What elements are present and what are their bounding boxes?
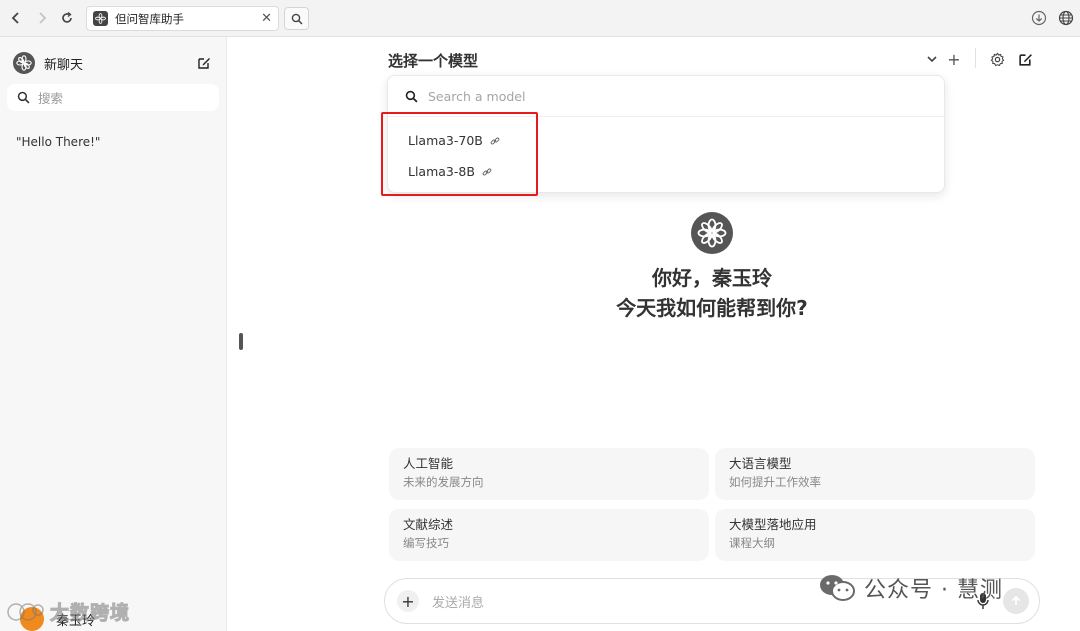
sidebar-search-placeholder: 搜索 <box>38 91 64 106</box>
watermark-right: 公众号 · 慧测 <box>818 572 1003 604</box>
welcome-line-1: 你好，秦玉玲 <box>652 266 772 290</box>
suggestion-subtitle: 编写技巧 <box>403 536 449 550</box>
suggestion-card[interactable]: 大语言模型 如何提升工作效率 <box>715 448 1035 500</box>
suggestion-subtitle: 未来的发展方向 <box>403 475 484 489</box>
watermark-right-text: 公众号 · 慧测 <box>864 578 1003 603</box>
suggestion-subtitle: 如何提升工作效率 <box>729 475 821 489</box>
edit-icon[interactable] <box>195 54 213 72</box>
send-arrow-icon[interactable] <box>1003 588 1029 614</box>
model-select-title[interactable]: 选择一个模型 <box>388 50 478 71</box>
suggestion-card[interactable]: 大模型落地应用 课程大纲 <box>715 509 1035 561</box>
browser-toolbar: 但问智库助手 ✕ <box>0 0 1080 37</box>
model-search-placeholder: Search a model <box>428 88 526 104</box>
suggestion-title: 人工智能 <box>403 456 454 471</box>
sidebar: 新聊天 搜索 "Hello There!" <box>0 37 227 631</box>
tab-title: 但问智库助手 <box>115 11 184 26</box>
chevron-down-icon[interactable] <box>923 50 941 68</box>
flower-logo-icon <box>93 11 108 26</box>
suggestion-subtitle: 课程大纲 <box>729 536 775 550</box>
annotation-highlight-box <box>381 112 538 196</box>
chat-history-item[interactable]: "Hello There!" <box>16 135 100 149</box>
browser-tab[interactable]: 但问智库助手 ✕ <box>86 6 279 31</box>
suggestion-card[interactable]: 文献综述 编写技巧 <box>389 509 709 561</box>
globe-icon[interactable] <box>1057 9 1075 27</box>
edit-icon[interactable] <box>1016 50 1034 68</box>
watermark-logo-icon <box>7 602 44 621</box>
welcome-line-2: 今天我如何能帮到你? <box>616 296 808 320</box>
new-chat-button[interactable]: 新聊天 <box>13 51 213 75</box>
wechat-icon <box>820 575 855 601</box>
search-icon[interactable] <box>284 7 309 30</box>
sidebar-collapse-handle[interactable] <box>239 333 243 350</box>
new-chat-label: 新聊天 <box>44 57 84 73</box>
suggestion-title: 大语言模型 <box>729 456 792 471</box>
reload-icon[interactable] <box>57 8 77 28</box>
flower-logo-icon <box>13 52 35 74</box>
back-icon[interactable] <box>6 8 26 28</box>
model-search-input[interactable]: Search a model <box>388 76 944 117</box>
plus-icon[interactable]: + <box>945 50 963 69</box>
search-icon <box>17 91 30 104</box>
download-icon[interactable] <box>1030 9 1048 27</box>
suggestion-title: 文献综述 <box>403 517 454 532</box>
forward-icon[interactable] <box>32 8 52 28</box>
close-icon[interactable]: ✕ <box>261 11 272 26</box>
sidebar-search-input[interactable]: 搜索 <box>7 84 219 111</box>
welcome-greeting: 你好，秦玉玲 今天我如何能帮到你? <box>560 263 864 323</box>
plus-icon[interactable]: + <box>397 590 419 612</box>
watermark-left-text: 大数跨境 <box>49 602 131 625</box>
header-divider <box>975 48 976 68</box>
suggestion-title: 大模型落地应用 <box>729 517 817 532</box>
flower-logo-icon <box>691 212 733 254</box>
search-icon <box>405 90 418 103</box>
watermark-left: 大数跨境 <box>6 598 130 625</box>
settings-icon[interactable] <box>988 50 1006 68</box>
suggestion-card[interactable]: 人工智能 未来的发展方向 <box>389 448 709 500</box>
